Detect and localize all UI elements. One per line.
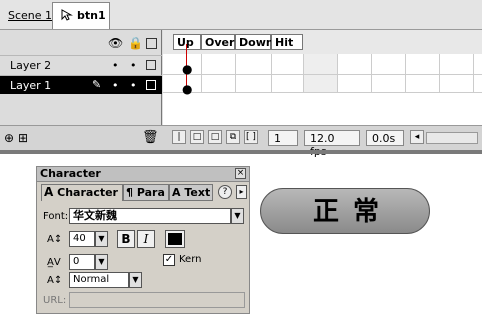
- elapsed-time: 0.0s: [366, 130, 404, 146]
- outline-square[interactable]: [146, 60, 156, 70]
- tracking-field[interactable]: 0: [69, 254, 95, 270]
- layer-row-2[interactable]: Layer 2 • •: [0, 55, 162, 74]
- stage-button-shape[interactable]: 正常: [260, 188, 430, 234]
- color-chip: [168, 233, 182, 245]
- edit-multiple-icon[interactable]: ⧉: [226, 130, 240, 144]
- tab-character[interactable]: A Character: [41, 184, 123, 201]
- help-icon[interactable]: ?: [218, 185, 232, 199]
- frame-label-over[interactable]: Over: [201, 34, 235, 50]
- tracking-icon: A̲V: [47, 257, 61, 268]
- symbol-name: btn1: [77, 9, 106, 22]
- modify-markers-icon[interactable]: [ ]: [244, 130, 258, 144]
- button-symbol-icon: [61, 9, 73, 21]
- tab-label: Para: [136, 186, 165, 199]
- kern-checkbox[interactable]: ✓: [163, 254, 175, 266]
- onion-outline-icon[interactable]: □: [208, 130, 222, 144]
- symbol-tab[interactable]: btn1: [52, 2, 110, 29]
- text-options-tab-icon: A: [172, 186, 181, 199]
- tab-label: Text: [184, 186, 211, 199]
- visibility-dot[interactable]: •: [112, 59, 119, 72]
- character-tab-icon: A: [44, 185, 54, 199]
- character-panel: Character × A Character ¶ Para A Text ? …: [36, 166, 250, 314]
- grid-line: [371, 54, 372, 92]
- grid-line: [271, 54, 272, 92]
- lock-dot[interactable]: •: [130, 59, 137, 72]
- tab-paragraph[interactable]: ¶ Para: [123, 184, 169, 201]
- frame-label-up[interactable]: Up: [173, 34, 201, 50]
- keyframe-icon: ●: [182, 82, 193, 96]
- tab-label: Character: [57, 186, 118, 199]
- url-label: URL:: [43, 295, 67, 306]
- font-size-field[interactable]: 40: [69, 231, 95, 247]
- frame-row-divider: [163, 92, 482, 93]
- current-frame: 1: [268, 130, 298, 146]
- tracking-dropdown-icon[interactable]: ▼: [95, 254, 108, 270]
- panel-title[interactable]: Character: [37, 167, 249, 182]
- baseline-select[interactable]: Normal: [69, 272, 129, 288]
- insert-layer-icon[interactable]: ⊕: [4, 131, 14, 145]
- layer-name: Layer 2: [10, 59, 52, 72]
- close-icon[interactable]: ×: [235, 168, 246, 179]
- url-field[interactable]: [69, 292, 245, 308]
- lock-icon[interactable]: 🔒: [128, 36, 143, 50]
- timeline-scrollbar[interactable]: [426, 132, 478, 144]
- paragraph-tab-icon: ¶: [126, 186, 133, 199]
- grid-line: [303, 54, 304, 92]
- scene-link[interactable]: Scene 1: [8, 9, 52, 22]
- lock-dot[interactable]: •: [130, 79, 137, 92]
- bold-button[interactable]: B: [117, 230, 135, 248]
- add-guide-layer-icon[interactable]: ⊞: [18, 131, 28, 145]
- layer-row-1[interactable]: Layer 1 ✎ • •: [0, 75, 162, 94]
- layer-name: Layer 1: [10, 79, 52, 92]
- timeline: 👁 🔒 Layer 2 • • Layer 1 ✎ • • Up Over Do…: [0, 30, 482, 158]
- grid-line: [235, 54, 236, 92]
- keyframe-icon: ●: [182, 62, 193, 76]
- grid-line: [473, 54, 474, 92]
- grid-line: [201, 54, 202, 92]
- eye-icon[interactable]: 👁: [108, 36, 123, 50]
- frame-rate[interactable]: 12.0 fps: [304, 130, 360, 158]
- panel-menu-arrow-icon[interactable]: ▸: [236, 185, 247, 199]
- onion-skin-icon[interactable]: □: [190, 130, 204, 144]
- grid-line: [405, 54, 406, 92]
- timeline-status-bar: ⊕ ⊞ 🗑 | □ □ ⧉ [ ] 1 12.0 fps 0.0s ◂: [0, 125, 482, 158]
- outline-square[interactable]: [146, 80, 156, 90]
- italic-button[interactable]: I: [137, 230, 155, 248]
- font-dropdown-icon[interactable]: ▼: [231, 208, 244, 224]
- panel-divider[interactable]: [0, 150, 482, 154]
- center-frame-icon[interactable]: |: [172, 130, 186, 144]
- pencil-icon: ✎: [92, 78, 102, 91]
- visibility-dot[interactable]: •: [112, 79, 119, 92]
- frame-label-hit[interactable]: Hit: [271, 34, 303, 50]
- baseline-dropdown-icon[interactable]: ▼: [129, 272, 142, 288]
- grid-line: [337, 54, 338, 92]
- grid-line: [439, 54, 440, 92]
- font-select[interactable]: 华文新魏: [69, 208, 231, 224]
- font-label: Font:: [43, 211, 69, 222]
- frame-label-down[interactable]: Down: [235, 34, 274, 50]
- text-color-swatch[interactable]: [165, 230, 185, 248]
- font-size-dropdown-icon[interactable]: ▼: [95, 231, 108, 247]
- frame-span-shade: [303, 54, 337, 92]
- frame-row-divider: [163, 74, 482, 75]
- outline-icon[interactable]: [146, 38, 157, 49]
- font-size-icon: A↕: [47, 234, 63, 245]
- baseline-shift-icon: A↕: [47, 275, 63, 286]
- kern-label: Kern: [179, 254, 202, 265]
- stage-button-text: 正常: [312, 197, 393, 227]
- tab-text-options[interactable]: A Text: [169, 184, 213, 201]
- scroll-left-icon[interactable]: ◂: [410, 130, 424, 144]
- edit-bar: Scene 1 btn1: [0, 0, 482, 30]
- trash-icon[interactable]: 🗑: [142, 130, 159, 145]
